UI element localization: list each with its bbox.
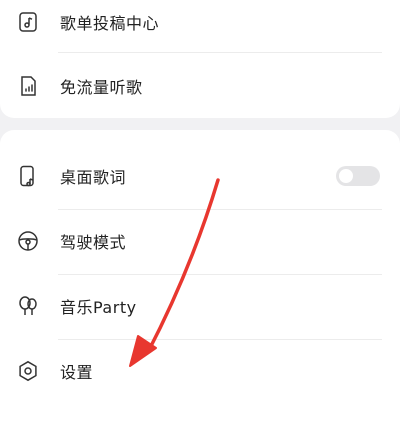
menu-card-bottom: 桌面歌词 驾驶模式 音乐Party 设置 — [0, 130, 400, 426]
menu-item-music-party[interactable]: 音乐Party — [0, 276, 400, 336]
menu-item-label: 桌面歌词 — [60, 168, 127, 187]
menu-item-playlist-submission[interactable]: 歌单投稿中心 — [0, 0, 400, 52]
phone-lyrics-icon — [16, 164, 40, 188]
menu-item-label: 音乐Party — [60, 298, 137, 317]
menu-item-settings[interactable]: 设置 — [0, 341, 400, 401]
menu-item-driving-mode[interactable]: 驾驶模式 — [0, 211, 400, 271]
steering-wheel-icon — [16, 229, 40, 253]
divider — [58, 209, 382, 210]
signal-sim-icon — [16, 74, 40, 98]
menu-item-label: 歌单投稿中心 — [60, 14, 160, 33]
toggle-knob — [339, 169, 353, 183]
menu-item-label: 免流量听歌 — [60, 78, 143, 97]
balloon-icon — [16, 294, 40, 318]
divider — [58, 339, 382, 340]
music-note-doc-icon — [16, 10, 40, 34]
menu-item-label: 驾驶模式 — [60, 233, 127, 252]
divider — [58, 274, 382, 275]
menu-item-free-data[interactable]: 免流量听歌 — [0, 56, 400, 116]
gear-icon — [16, 359, 40, 383]
divider — [58, 52, 382, 53]
menu-item-label: 设置 — [60, 363, 94, 382]
menu-card-top: 歌单投稿中心 免流量听歌 — [0, 0, 400, 118]
menu-item-desktop-lyrics[interactable]: 桌面歌词 — [0, 146, 400, 206]
desktop-lyrics-toggle[interactable] — [336, 166, 380, 186]
